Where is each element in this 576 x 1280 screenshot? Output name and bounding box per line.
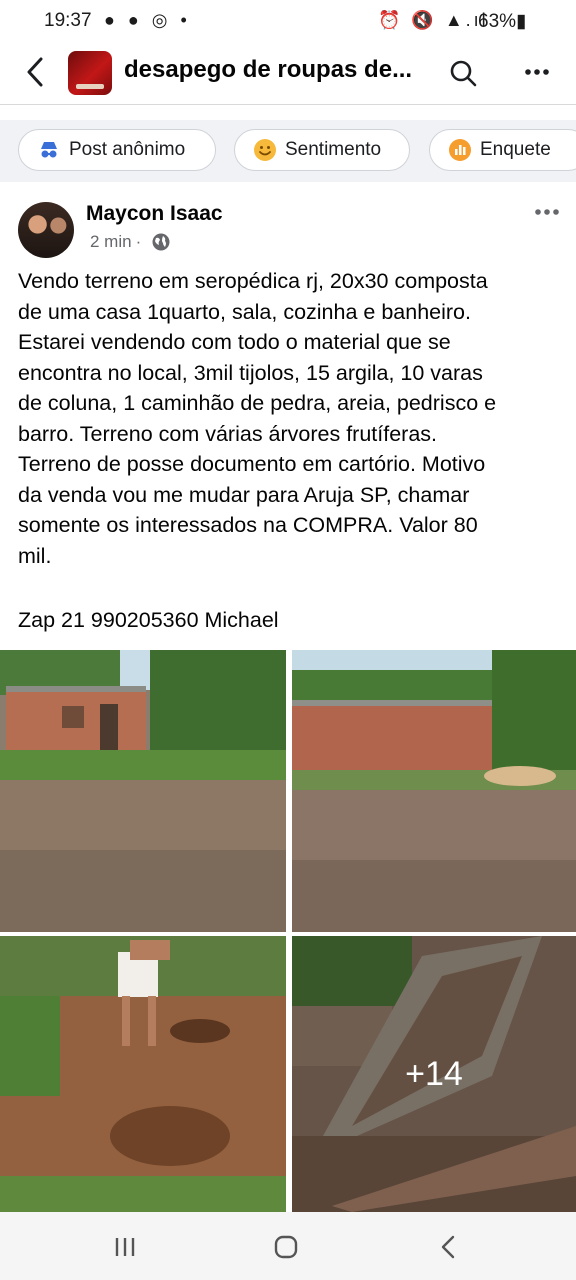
post-contact-line: Zap 21 990205360 Michael <box>18 608 279 632</box>
post-time[interactable]: 2 min <box>90 232 132 252</box>
chip-poll[interactable]: Enquete <box>429 129 576 171</box>
feed-post: Maycon Isaac 2 min · Vendo terreno em se… <box>0 182 576 1212</box>
author-name[interactable]: Maycon Isaac <box>86 202 223 226</box>
post-more-options-icon[interactable] <box>532 204 562 220</box>
group-title[interactable]: desapego de roupas de... <box>124 56 424 84</box>
photo-3-image <box>0 936 286 1212</box>
recent-apps-icon[interactable] <box>108 1230 142 1264</box>
battery-level: 63%▮ <box>478 11 527 32</box>
chip-anonymous-post[interactable]: Post anônimo <box>18 129 216 171</box>
globe-icon <box>152 233 170 251</box>
back-arrow-icon[interactable] <box>22 54 50 90</box>
author-avatar[interactable] <box>18 202 74 258</box>
smiley-icon <box>254 139 276 161</box>
group-header: desapego de roupas de... <box>0 42 576 105</box>
post-photo-3[interactable] <box>0 936 286 1212</box>
post-photo-1[interactable] <box>0 650 286 932</box>
meta-separator: · <box>135 232 142 251</box>
system-icons: ⏰ 🔇 ▲.ıl <box>378 10 489 30</box>
post-meta: 2 min · <box>90 232 171 252</box>
group-avatar[interactable] <box>68 51 112 95</box>
post-photo-2[interactable] <box>292 650 576 932</box>
more-photos-count: +14 <box>292 936 576 1212</box>
chip-label: Enquete <box>480 139 551 160</box>
search-icon[interactable] <box>448 58 478 88</box>
back-nav-icon[interactable] <box>432 1230 466 1264</box>
system-nav-bar <box>0 1212 576 1280</box>
notification-icons: ● ● ◎ • <box>104 10 191 30</box>
photo-2-image <box>292 650 576 932</box>
photo-1-image <box>0 650 286 932</box>
post-photo-4[interactable]: +14 <box>292 936 576 1212</box>
status-bar: 19:37 ● ● ◎ • ⏰ 🔇 ▲.ıl 63%▮ <box>0 0 576 42</box>
incognito-icon <box>41 142 57 158</box>
post-body-text: Vendo terreno em seropédica rj, 20x30 co… <box>18 269 497 568</box>
chip-label: Sentimento <box>285 139 382 160</box>
home-icon[interactable] <box>269 1230 303 1264</box>
chip-feeling[interactable]: Sentimento <box>234 129 410 171</box>
composer-chips-bar: Post anônimo Sentimento Enquete <box>0 120 576 182</box>
poll-icon <box>449 139 471 161</box>
status-time: 19:37 <box>44 10 92 31</box>
chip-label: Post anônimo <box>69 139 186 160</box>
more-options-icon[interactable] <box>522 60 552 84</box>
